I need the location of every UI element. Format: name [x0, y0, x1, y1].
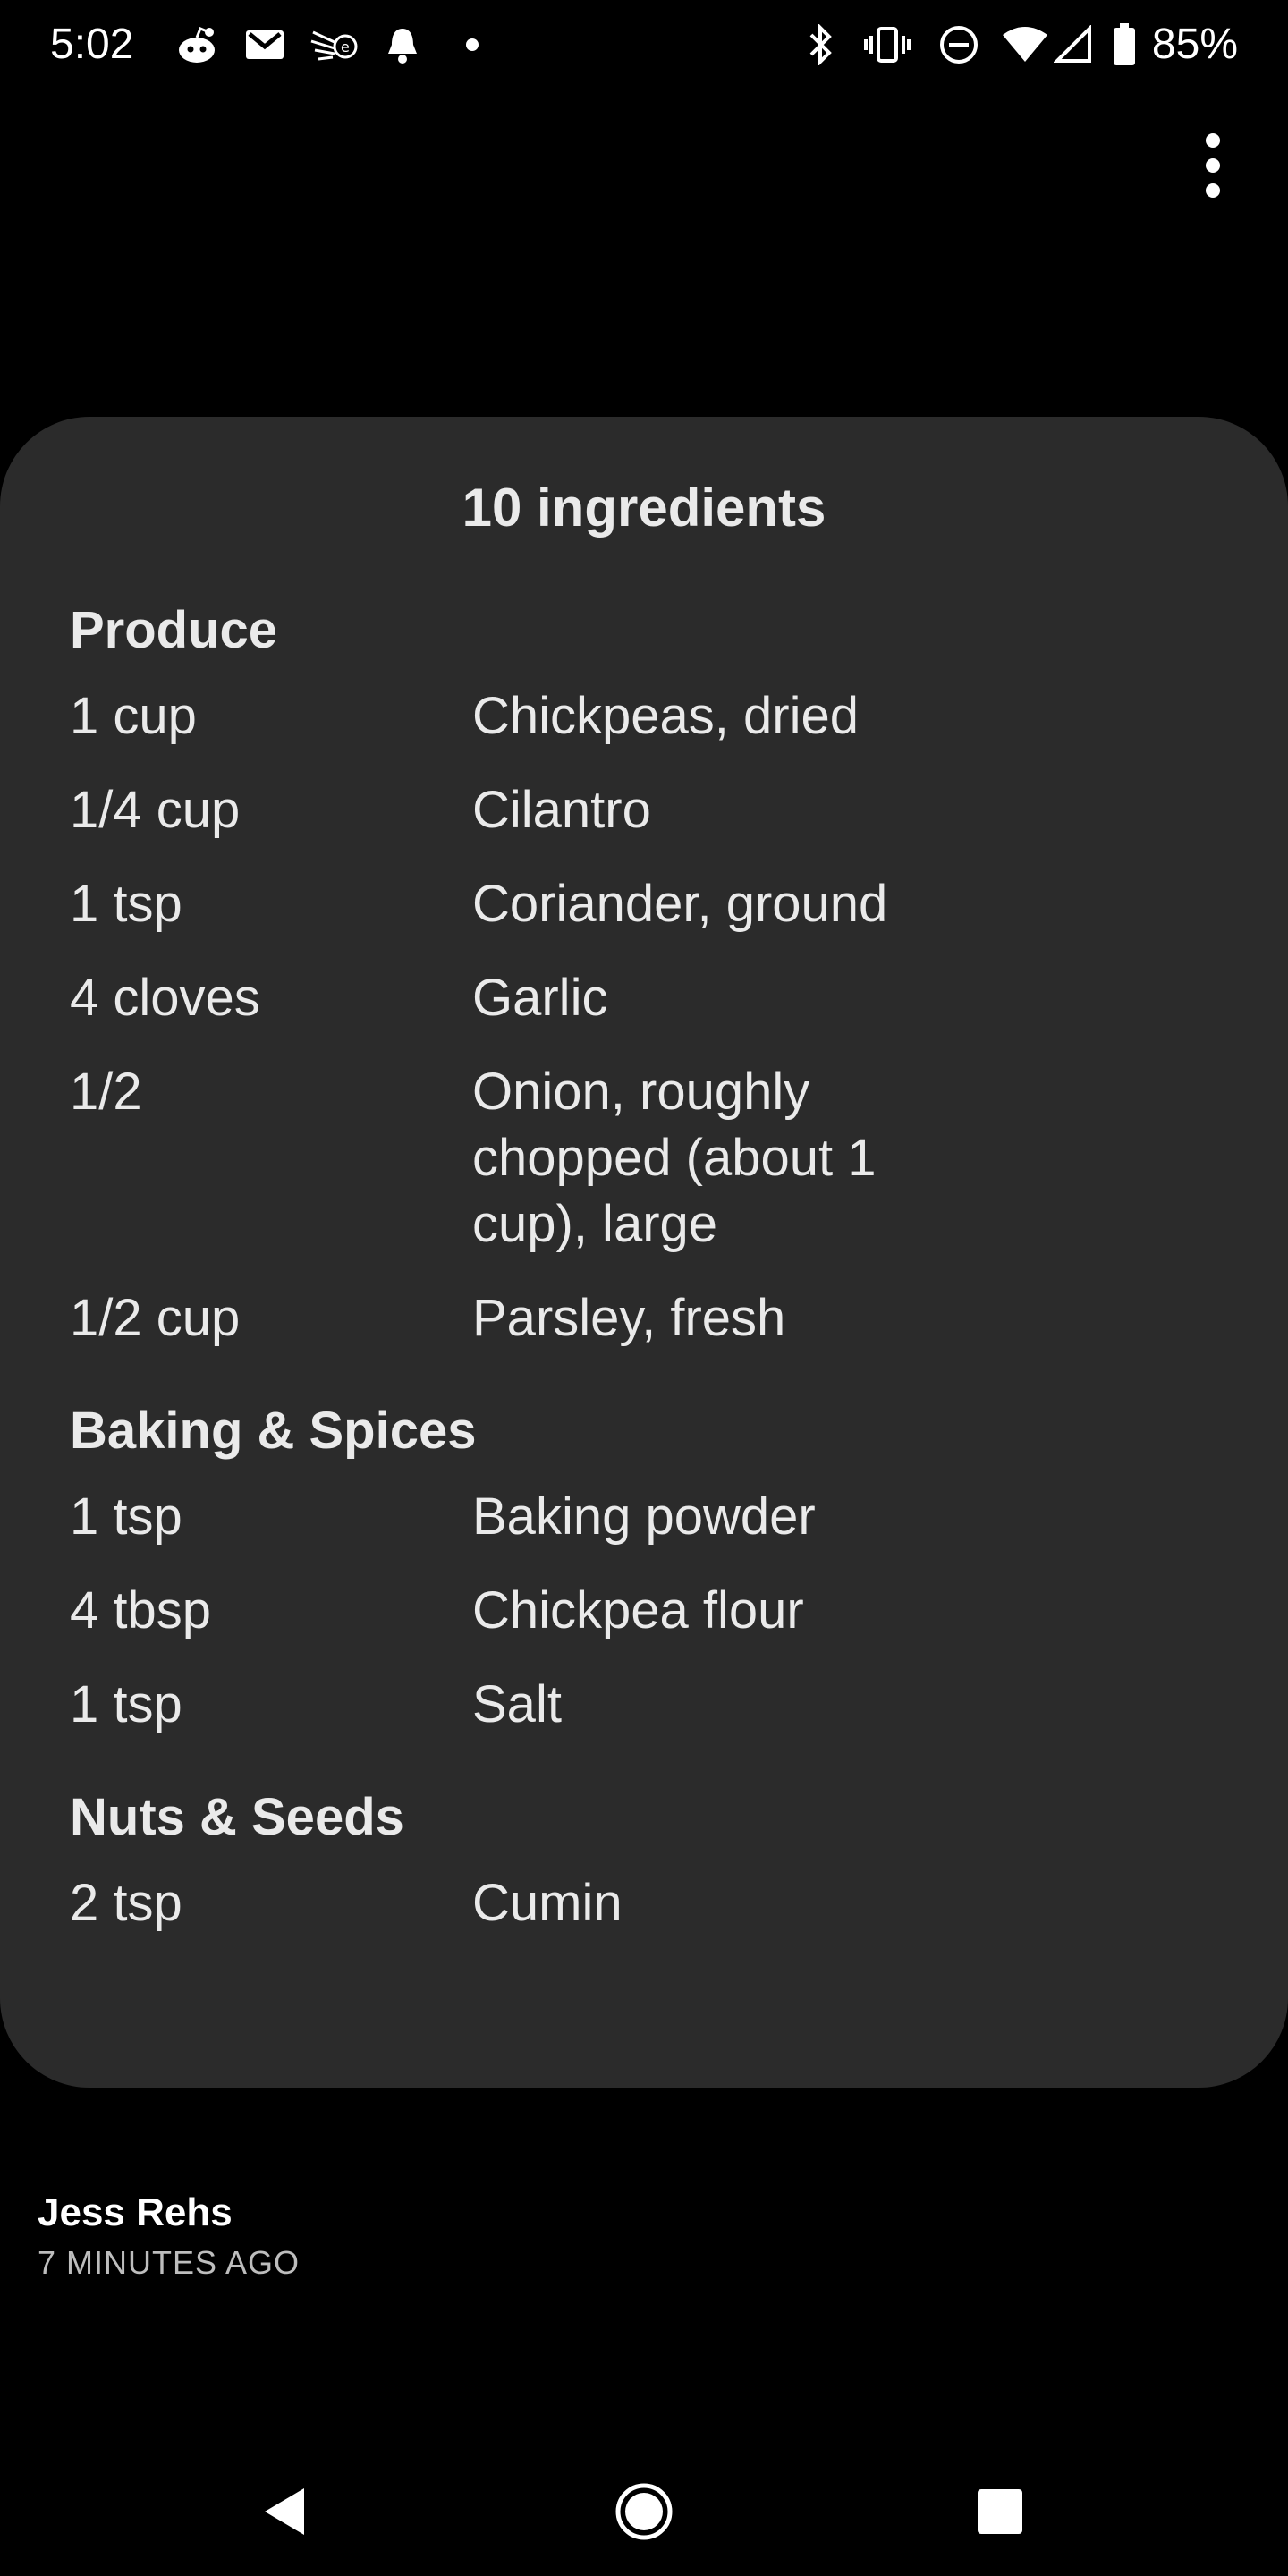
ingredient-row: 1/2 cup Parsley, fresh	[70, 1285, 1143, 1352]
app-icon: e	[308, 23, 361, 66]
ingredient-quantity: 4 tbsp	[70, 1581, 211, 1640]
status-time: 5:02	[50, 21, 134, 68]
ingredient-row: 4 cloves Garlic	[70, 965, 1143, 1031]
ingredient-quantity: 1/4 cup	[70, 781, 241, 839]
ingredient-quantity: 4 cloves	[70, 969, 260, 1027]
ingredient-row: 1 tsp Salt	[70, 1672, 1143, 1738]
ingredient-quantity: 1 tsp	[70, 1675, 182, 1733]
recents-icon[interactable]	[955, 2467, 1045, 2556]
ingredient-row: 1/2 Onion, roughly chopped (about 1 cup)…	[70, 1059, 1143, 1258]
ingredients-count-title: 10 ingredients	[462, 478, 826, 538]
ingredient-name: Baking powder	[472, 1487, 816, 1546]
gmail-icon	[240, 23, 290, 66]
back-icon[interactable]	[240, 2467, 329, 2556]
ingredient-name: Cilantro	[472, 781, 651, 839]
vibrate-icon	[860, 23, 914, 66]
home-icon[interactable]	[599, 2467, 689, 2556]
ingredient-name: Cumin	[472, 1874, 623, 1932]
section-heading-nuts-seeds: Nuts & Seeds	[70, 1788, 404, 1846]
status-bar: 5:02 e 85%	[0, 0, 1288, 89]
ingredient-row: 1 cup Chickpeas, dried	[70, 683, 1143, 750]
ingredient-name: Onion, roughly chopped (about 1 cup), la…	[472, 1063, 877, 1253]
ingredient-row: 4 tbsp Chickpea flour	[70, 1578, 1143, 1644]
ingredient-name: Parsley, fresh	[472, 1289, 786, 1347]
section-heading-produce: Produce	[70, 601, 278, 659]
bell-icon	[383, 23, 422, 66]
menu-dot	[1206, 133, 1220, 148]
ingredient-quantity: 1 tsp	[70, 875, 182, 933]
ingredient-name: Chickpeas, dried	[472, 687, 859, 745]
svg-text:e: e	[341, 38, 350, 55]
ingredient-name: Chickpea flour	[472, 1581, 804, 1640]
ingredient-row: 1/4 cup Cilantro	[70, 777, 1143, 843]
ingredient-quantity: 1/2	[70, 1063, 142, 1121]
menu-dot	[1206, 158, 1220, 173]
ingredient-quantity: 1 tsp	[70, 1487, 182, 1546]
dot-icon	[462, 23, 483, 66]
signal-icon	[1052, 23, 1095, 66]
ingredient-name: Salt	[472, 1675, 562, 1733]
navigation-bar	[0, 2442, 1288, 2576]
battery-percent: 85%	[1151, 21, 1238, 68]
do-not-disturb-icon	[936, 23, 982, 66]
section-heading-baking-spices: Baking & Spices	[70, 1402, 477, 1460]
bluetooth-icon	[801, 23, 841, 66]
post-timestamp: 7 MINUTES AGO	[38, 2244, 301, 2281]
ingredient-name: Coriander, ground	[472, 875, 888, 933]
ingredient-quantity: 2 tsp	[70, 1874, 182, 1932]
ingredients-list: Produce 1 cup Chickpeas, dried 1/4 cup C…	[70, 594, 1143, 1964]
menu-dot	[1206, 183, 1220, 198]
ingredient-name: Garlic	[472, 969, 608, 1027]
ingredient-row: 1 tsp Coriander, ground	[70, 871, 1143, 937]
reddit-icon	[172, 23, 222, 66]
ingredient-quantity: 1/2 cup	[70, 1289, 241, 1347]
more-options-icon[interactable]	[1181, 125, 1245, 206]
ingredient-row: 1 tsp Baking powder	[70, 1484, 1143, 1550]
ingredient-quantity: 1 cup	[70, 687, 197, 745]
battery-icon	[1109, 23, 1140, 66]
ingredient-row: 2 tsp Cumin	[70, 1870, 1143, 1936]
wifi-icon	[1000, 23, 1050, 66]
author-name[interactable]: Jess Rehs	[38, 2188, 233, 2238]
